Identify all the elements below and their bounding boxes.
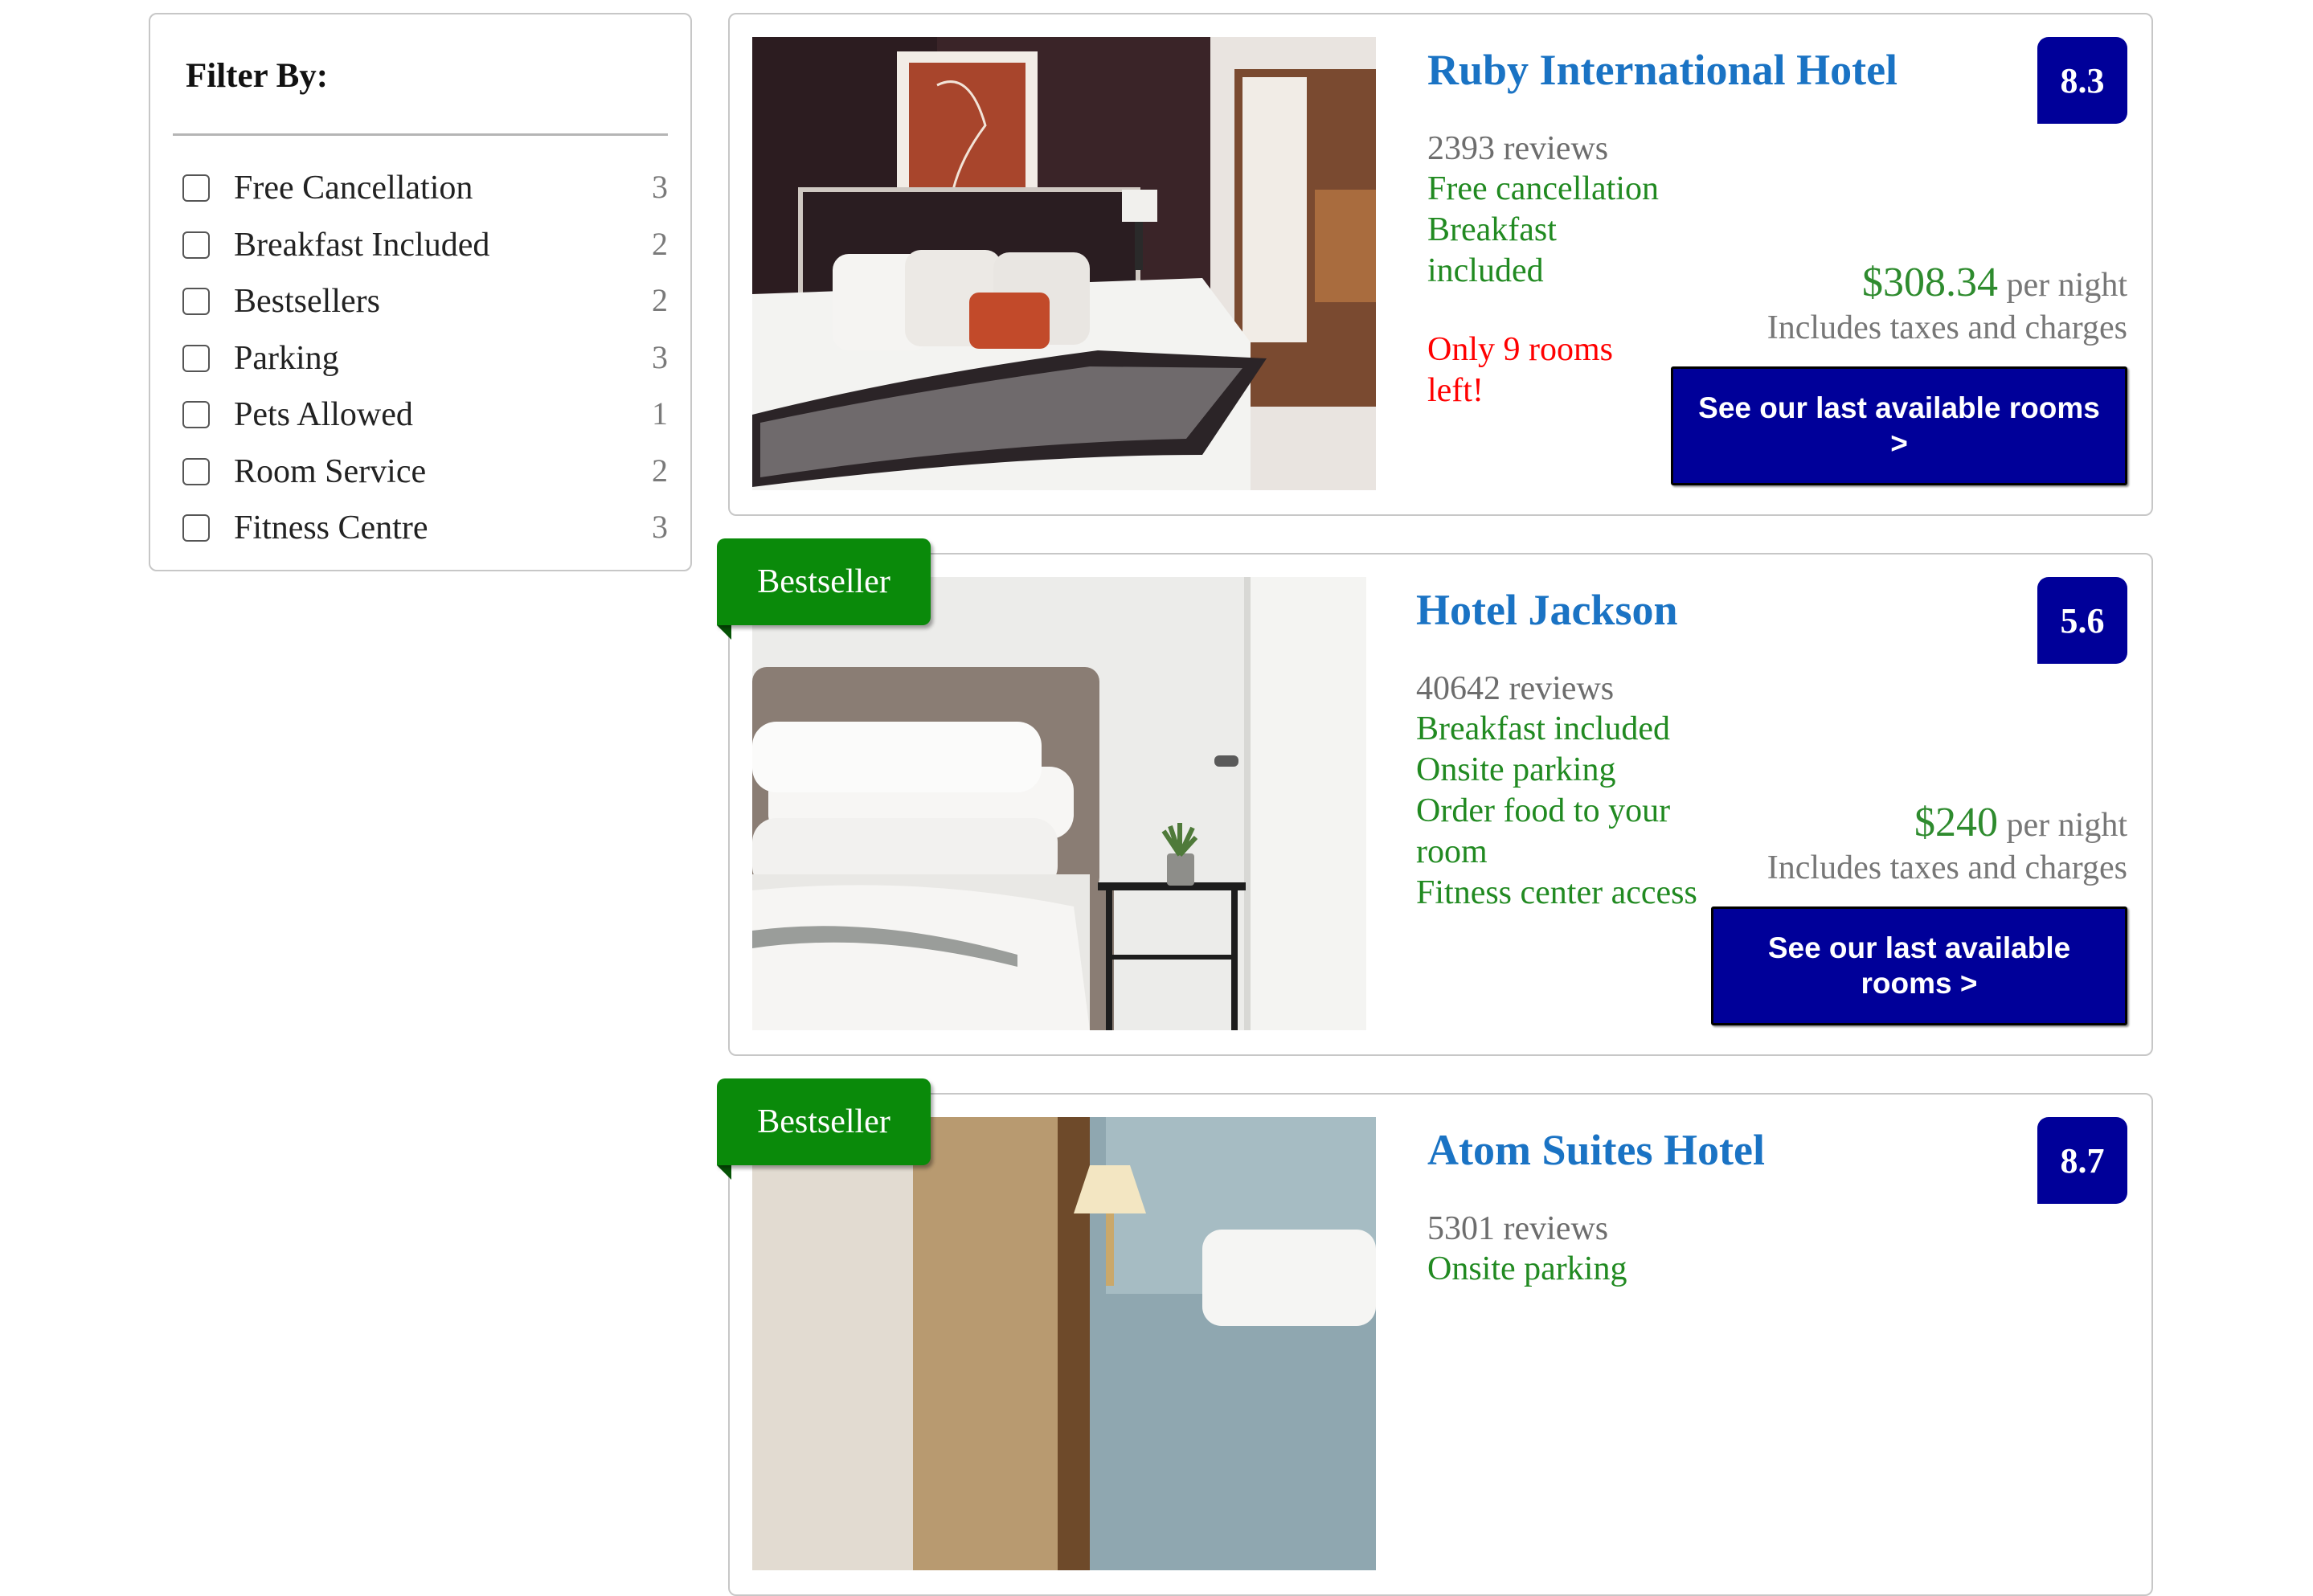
feature-item: included bbox=[1427, 252, 1544, 289]
checkbox[interactable] bbox=[182, 401, 210, 428]
rooms-left-text: left! bbox=[1427, 372, 1484, 409]
filter-count: 3 bbox=[652, 509, 668, 545]
filter-divider bbox=[173, 133, 668, 136]
rooms-left-warning: Only 9 rooms left! bbox=[1427, 329, 1613, 411]
hotel-photo[interactable] bbox=[752, 1117, 1376, 1570]
filter-title: Filter By: bbox=[186, 57, 329, 95]
filter-option-pets-allowed[interactable]: Pets Allowed 1 bbox=[182, 394, 668, 451]
filter-option-free-cancellation[interactable]: Free Cancellation 3 bbox=[182, 167, 668, 224]
feature-item: Onsite parking bbox=[1427, 1250, 1627, 1287]
filter-count: 3 bbox=[652, 338, 668, 375]
hotel-features: Breakfast included Onsite parking Order … bbox=[1416, 709, 1697, 914]
checkbox[interactable] bbox=[182, 174, 210, 202]
filter-option-bestsellers[interactable]: Bestsellers 2 bbox=[182, 280, 668, 338]
filter-label[interactable]: Bestsellers bbox=[234, 280, 380, 322]
price-line: $308.34 per night bbox=[1862, 259, 2127, 306]
review-count: 40642 reviews bbox=[1416, 670, 1615, 707]
bestseller-ribbon: Bestseller bbox=[717, 1078, 931, 1165]
taxes-note: Includes taxes and charges bbox=[1766, 309, 2127, 346]
checkbox[interactable] bbox=[182, 514, 210, 542]
per-night-label: per night bbox=[2006, 267, 2127, 304]
checkbox[interactable] bbox=[182, 231, 210, 259]
hotel-card: Ruby International Hotel 8.3 2393 review… bbox=[728, 13, 2153, 516]
price-amount: $308.34 bbox=[1862, 260, 1999, 305]
feature-item: Order food to your bbox=[1416, 792, 1671, 829]
price-line: $240 per night bbox=[1914, 799, 2127, 846]
feature-item: room bbox=[1416, 833, 1488, 870]
review-count: 2393 reviews bbox=[1427, 130, 1609, 167]
per-night-label: per night bbox=[2006, 807, 2127, 844]
hotel-name[interactable]: Ruby International Hotel bbox=[1427, 45, 1897, 95]
feature-item: Free cancellation bbox=[1427, 170, 1660, 207]
price-amount: $240 bbox=[1914, 800, 1999, 845]
review-score-badge: 5.6 bbox=[2037, 577, 2127, 664]
filter-label[interactable]: Fitness Centre bbox=[234, 507, 428, 549]
filter-count: 2 bbox=[652, 452, 668, 489]
hotel-photo[interactable] bbox=[752, 37, 1376, 490]
filter-label[interactable]: Parking bbox=[234, 338, 339, 379]
see-rooms-button[interactable]: See our last available rooms > bbox=[1671, 366, 2127, 485]
filter-label[interactable]: Pets Allowed bbox=[234, 394, 413, 436]
hotel-features: Onsite parking bbox=[1427, 1249, 1627, 1290]
filter-option-fitness-centre[interactable]: Fitness Centre 3 bbox=[182, 507, 668, 564]
feature-item: Breakfast bbox=[1427, 211, 1557, 248]
bestseller-ribbon: Bestseller bbox=[717, 538, 931, 625]
hotel-room-photo bbox=[752, 37, 1376, 490]
review-score-badge: 8.3 bbox=[2037, 37, 2127, 124]
review-score-badge: 8.7 bbox=[2037, 1117, 2127, 1204]
see-rooms-button[interactable]: See our last available rooms > bbox=[1711, 906, 2127, 1025]
filter-label[interactable]: Room Service bbox=[234, 451, 426, 493]
feature-item: Onsite parking bbox=[1416, 751, 1616, 788]
filter-count: 1 bbox=[652, 395, 668, 432]
filter-count: 2 bbox=[652, 225, 668, 262]
checkbox[interactable] bbox=[182, 288, 210, 315]
rooms-left-text: Only 9 rooms bbox=[1427, 331, 1613, 368]
filter-label[interactable]: Breakfast Included bbox=[234, 224, 489, 266]
hotel-features: Free cancellation Breakfast included bbox=[1427, 169, 1659, 292]
feature-item: Breakfast included bbox=[1416, 710, 1671, 747]
hotel-card: Hotel Jackson 5.6 40642 reviews Breakfas… bbox=[728, 553, 2153, 1056]
filter-option-parking[interactable]: Parking 3 bbox=[182, 338, 668, 395]
filter-count: 3 bbox=[652, 169, 668, 205]
hotel-room-photo bbox=[752, 1117, 1376, 1570]
hotel-room-photo bbox=[752, 577, 1366, 1030]
feature-item: Fitness center access bbox=[1416, 874, 1697, 911]
filter-count: 2 bbox=[652, 282, 668, 318]
filter-label[interactable]: Free Cancellation bbox=[234, 167, 473, 209]
checkbox[interactable] bbox=[182, 457, 210, 485]
filter-option-room-service[interactable]: Room Service 2 bbox=[182, 451, 668, 508]
filter-option-breakfast-included[interactable]: Breakfast Included 2 bbox=[182, 224, 668, 281]
filter-list: Free Cancellation 3 Breakfast Included 2… bbox=[182, 167, 668, 564]
checkbox[interactable] bbox=[182, 344, 210, 372]
ribbon-fold bbox=[717, 1165, 731, 1180]
ribbon-fold bbox=[717, 625, 731, 640]
hotel-name[interactable]: Hotel Jackson bbox=[1416, 585, 1678, 635]
hotel-photo[interactable] bbox=[752, 577, 1366, 1030]
hotel-card: Atom Suites Hotel 8.7 5301 reviews Onsit… bbox=[728, 1093, 2153, 1596]
taxes-note: Includes taxes and charges bbox=[1766, 849, 2127, 886]
filter-panel: Filter By: Free Cancellation 3 Breakfast… bbox=[149, 13, 692, 571]
hotel-name[interactable]: Atom Suites Hotel bbox=[1427, 1125, 1765, 1175]
review-count: 5301 reviews bbox=[1427, 1210, 1609, 1247]
